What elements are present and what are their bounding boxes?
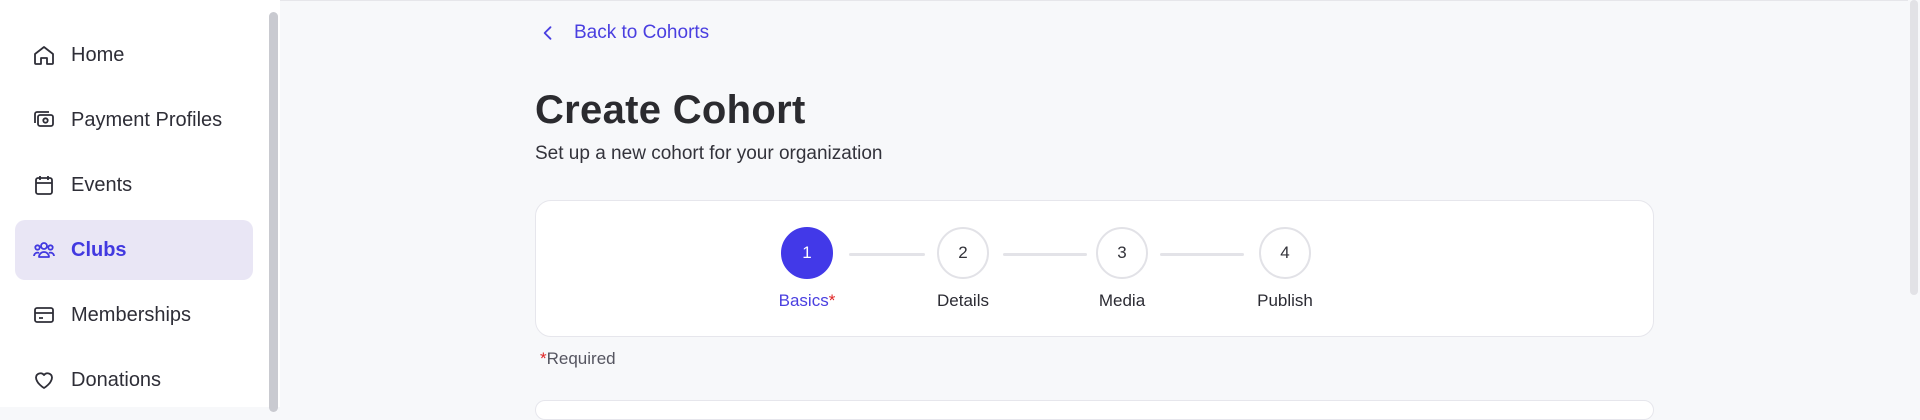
required-note: *Required (540, 349, 616, 368)
stepper-card: 1 Basics* 2 Details 3 Media 4 Publish (535, 200, 1654, 337)
step-details[interactable]: 2 Details (903, 201, 1023, 311)
home-icon (31, 42, 57, 68)
card-icon (31, 302, 57, 328)
sidebar-item-label: Donations (71, 368, 162, 391)
step-number: 3 (1096, 227, 1148, 279)
step-basics[interactable]: 1 Basics* (747, 201, 867, 311)
step-publish[interactable]: 4 Publish (1225, 201, 1345, 311)
sidebar-item-clubs[interactable]: Clubs (15, 220, 253, 280)
back-to-cohorts-link[interactable]: Back to Cohorts (538, 22, 709, 44)
step-number: 4 (1259, 227, 1311, 279)
payment-profiles-icon (31, 107, 57, 133)
main-scrollbar-thumb[interactable] (1910, 0, 1918, 295)
users-group-icon (31, 237, 57, 263)
chevron-left-icon (543, 26, 552, 40)
calendar-icon (31, 172, 57, 198)
step-label: Publish (1257, 291, 1313, 310)
step-label: Details (937, 291, 989, 310)
sidebar-item-label: Home (71, 43, 125, 66)
main-top-divider (280, 0, 1920, 1)
sidebar-item-home[interactable]: Home (15, 25, 253, 85)
form-card (535, 400, 1654, 420)
step-label: Basics* (778, 291, 836, 310)
sidebar-item-label: Clubs (71, 238, 127, 261)
step-label: Media (1098, 291, 1146, 310)
sidebar-item-payment-profiles[interactable]: Payment Profiles (15, 90, 253, 150)
sidebar-item-label: Payment Profiles (71, 108, 223, 131)
page-subtitle: Set up a new cohort for your organizatio… (535, 143, 883, 164)
step-number: 1 (781, 227, 833, 279)
sidebar-item-label: Events (71, 173, 133, 196)
step-media[interactable]: 3 Media (1062, 201, 1182, 311)
required-star: * (828, 291, 836, 310)
heart-icon (31, 367, 57, 393)
step-number: 2 (937, 227, 989, 279)
sidebar-item-memberships[interactable]: Memberships (15, 285, 253, 345)
back-link-label: Back to Cohorts (574, 22, 710, 43)
page-title: Create Cohort (535, 88, 806, 132)
sidebar-item-donations[interactable]: Donations (15, 350, 253, 410)
required-star: * (540, 349, 547, 368)
sidebar: Home Payment Profiles Events Clubs Membe… (0, 0, 280, 407)
sidebar-item-label: Memberships (71, 303, 192, 326)
sidebar-scrollbar-thumb[interactable] (269, 12, 278, 412)
sidebar-item-events[interactable]: Events (15, 155, 253, 215)
